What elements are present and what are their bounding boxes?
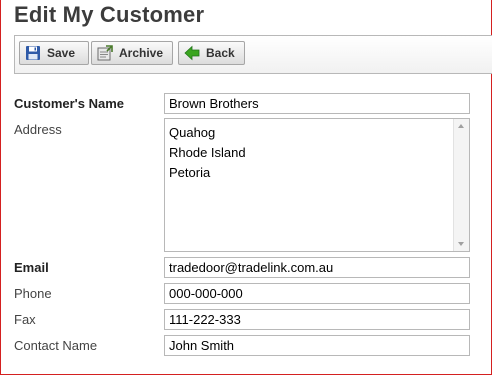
address-label: Address [14, 122, 62, 137]
customer-name-label: Customer's Name [14, 96, 125, 111]
toolbar: Save Archive Back [14, 35, 492, 74]
address-line: Quahog [169, 125, 216, 140]
contact-name-label: Contact Name [14, 338, 98, 353]
archive-icon [97, 45, 113, 61]
customer-name-field[interactable]: Brown Brothers [164, 93, 470, 114]
phone-field[interactable]: 000-000-000 [164, 283, 470, 304]
archive-button-label: Archive [119, 46, 164, 60]
email-label: Email [14, 260, 49, 275]
back-button-label: Back [206, 46, 235, 60]
scroll-down-arrow-icon[interactable] [458, 242, 464, 246]
phone-label: Phone [14, 286, 52, 301]
address-line: Petoria [169, 165, 211, 180]
fax-field[interactable]: 111-222-333 [164, 309, 470, 330]
archive-button[interactable]: Archive [91, 41, 173, 65]
email-field[interactable]: tradedoor@tradelink.com.au [164, 257, 470, 278]
scroll-up-arrow-icon[interactable] [458, 124, 464, 128]
save-button[interactable]: Save [19, 41, 89, 65]
back-button[interactable]: Back [178, 41, 245, 65]
green-arrow-left-icon [184, 45, 200, 61]
page-title: Edit My Customer [14, 2, 205, 27]
contact-name-field[interactable]: John Smith [164, 335, 470, 356]
address-scrollbar[interactable] [453, 119, 469, 251]
save-button-label: Save [47, 46, 76, 60]
address-textarea[interactable]: Quahog Rhode Island Petoria [164, 118, 470, 252]
fax-label: Fax [14, 312, 36, 327]
address-line: Rhode Island [169, 145, 246, 160]
floppy-disk-icon [25, 45, 41, 61]
